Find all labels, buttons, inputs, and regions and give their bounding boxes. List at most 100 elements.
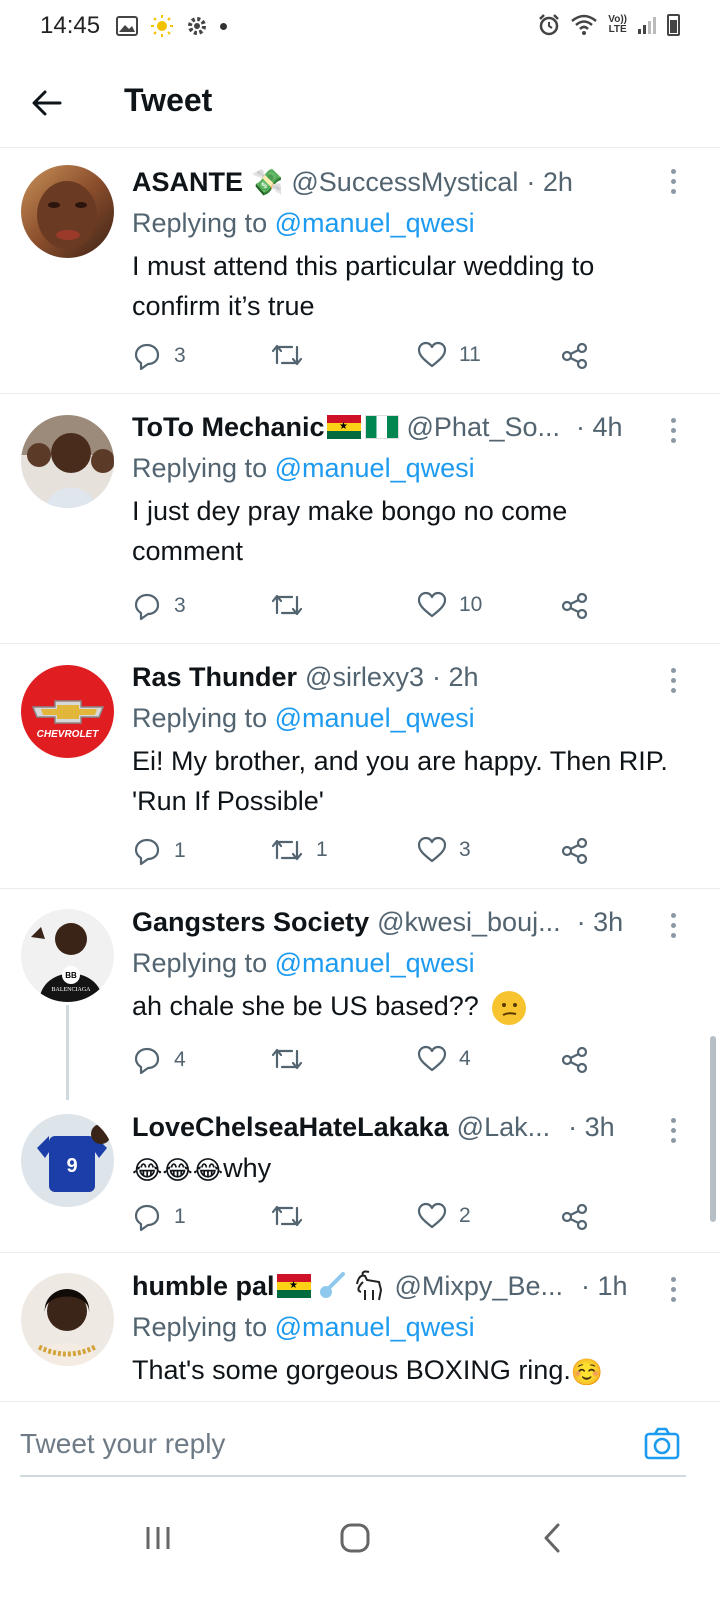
avatar-label: CHEVROLET <box>37 729 100 740</box>
retweet-button[interactable] <box>270 1202 316 1230</box>
settings-gear-icon <box>188 17 206 35</box>
author-name[interactable]: Gangsters Society <box>132 905 369 939</box>
tears-of-joy-emoji-icon: 😂😂😂 <box>132 1154 224 1185</box>
tweet-actions: 1 1 3 <box>132 836 602 872</box>
heart-icon <box>417 836 447 863</box>
back-button[interactable] <box>22 78 72 128</box>
tweet-reply[interactable]: CHEVROLET Ras Thunder @sirlexy3 · 2h Rep… <box>0 644 720 889</box>
share-button[interactable] <box>560 1202 590 1232</box>
more-options-icon[interactable] <box>668 668 678 693</box>
reply-button[interactable]: 1 <box>132 836 186 866</box>
like-count: 10 <box>459 593 483 616</box>
heart-icon <box>417 341 447 368</box>
back-nav-button[interactable] <box>512 1508 592 1568</box>
reply-button[interactable]: 3 <box>132 341 186 371</box>
author-handle[interactable]: @Lak... <box>457 1110 550 1144</box>
more-options-icon[interactable] <box>668 1277 678 1302</box>
top-app-bar: Tweet <box>0 56 720 148</box>
home-button[interactable] <box>315 1508 395 1568</box>
tweet-reply[interactable]: humble pal ★ @Mixpy_Be... · 1h Replying … <box>0 1253 720 1401</box>
tweet-text: ah chale she be US based?? <box>132 991 479 1021</box>
replies-feed[interactable]: ASANTE 💸 @SuccessMystical · 2h Replying … <box>0 149 720 1401</box>
like-button[interactable]: 3 <box>417 836 471 864</box>
tweet-reply[interactable]: ASANTE 💸 @SuccessMystical · 2h Replying … <box>0 149 720 394</box>
tweet-time: · 3h <box>568 1112 615 1142</box>
retweet-icon <box>271 839 303 861</box>
like-button[interactable]: 10 <box>417 591 482 619</box>
tweet-time: · 2h <box>431 662 479 692</box>
mention-link[interactable]: @manuel_qwesi <box>275 208 475 238</box>
reply-button[interactable]: 3 <box>132 591 186 621</box>
replying-to: Replying to @manuel_qwesi <box>132 1312 475 1342</box>
like-count: 2 <box>459 1204 471 1227</box>
author-handle[interactable]: @kwesi_bouj... <box>377 905 561 939</box>
ghana-flag-icon: ★ <box>276 1274 311 1298</box>
avatar[interactable] <box>21 1273 114 1366</box>
heart-icon <box>417 591 447 618</box>
share-button[interactable] <box>560 591 590 621</box>
like-count: 11 <box>459 343 481 366</box>
share-icon <box>561 837 588 865</box>
author-name[interactable]: ToTo Mechanic <box>132 410 325 444</box>
tweet-reply[interactable]: BB BALENCIAGA Gangsters Society @kwesi_bo… <box>0 889 720 1100</box>
reply-button[interactable]: 1 <box>132 1202 186 1232</box>
more-options-icon[interactable] <box>668 169 678 194</box>
camera-button[interactable] <box>642 1424 682 1464</box>
tweet-text: That's some gorgeous BOXING ring. <box>132 1355 571 1385</box>
author-handle[interactable]: @sirlexy3 <box>305 660 424 694</box>
confused-face-emoji-icon <box>492 990 527 1025</box>
more-options-icon[interactable] <box>668 913 678 938</box>
reply-icon <box>134 838 160 866</box>
retweet-button[interactable] <box>270 1045 316 1073</box>
svg-text:BB: BB <box>65 971 77 980</box>
avatar[interactable]: 9 <box>21 1114 114 1207</box>
share-button[interactable] <box>560 836 590 866</box>
wifi-icon <box>571 14 598 35</box>
reply-button[interactable]: 4 <box>132 1045 186 1075</box>
retweet-icon <box>271 344 303 366</box>
mention-link[interactable]: @manuel_qwesi <box>275 948 475 978</box>
mention-link[interactable]: @manuel_qwesi <box>275 453 475 483</box>
avatar[interactable] <box>21 165 114 258</box>
mention-link[interactable]: @manuel_qwesi <box>275 1312 475 1342</box>
retweet-button[interactable]: 1 <box>270 836 328 864</box>
more-options-icon[interactable] <box>668 418 678 443</box>
avatar[interactable]: CHEVROLET <box>21 665 114 758</box>
reply-input-underline <box>20 1475 686 1477</box>
author-name[interactable]: LoveChelseaHateLakaka <box>132 1110 449 1144</box>
avatar[interactable]: BB BALENCIAGA <box>21 909 114 1002</box>
camera-icon <box>644 1427 680 1460</box>
more-options-icon[interactable] <box>668 1118 678 1143</box>
author-name[interactable]: ASANTE <box>132 165 243 199</box>
ghana-flag-icon: ★ <box>326 415 361 439</box>
share-button[interactable] <box>560 1045 590 1075</box>
nigeria-flag-icon <box>364 415 399 439</box>
like-button[interactable]: 2 <box>417 1202 471 1230</box>
tweet-reply-input[interactable] <box>20 1422 620 1466</box>
mention-link[interactable]: @manuel_qwesi <box>275 703 475 733</box>
author-name[interactable]: humble pal <box>132 1269 275 1303</box>
author-handle[interactable]: @Phat_So... <box>407 410 561 444</box>
page-title: Tweet <box>124 82 213 118</box>
like-count: 4 <box>459 1047 471 1070</box>
avatar[interactable] <box>21 415 114 508</box>
author-name[interactable]: Ras Thunder <box>132 660 297 694</box>
retweet-button[interactable] <box>270 591 316 619</box>
tweet-text: Ei! My brother, and you are happy. Then … <box>132 746 668 816</box>
reply-count: 3 <box>174 344 186 367</box>
sun-icon <box>151 15 173 37</box>
status-time: 14:45 <box>40 12 101 39</box>
like-button[interactable]: 4 <box>417 1045 471 1073</box>
like-button[interactable]: 11 <box>417 341 481 369</box>
author-handle[interactable]: @Mixpy_Be... <box>395 1269 563 1303</box>
tweet-reply[interactable]: 9 LoveChelseaHateLakaka @Lak... · 3h 😂😂😂… <box>0 1094 720 1253</box>
arrow-left-icon <box>32 90 62 116</box>
tweet-reply[interactable]: ToTo Mechanic ★ @Phat_So... · 4h Replyin… <box>0 394 720 644</box>
share-button[interactable] <box>560 341 590 371</box>
tweet-actions: 4 4 <box>132 1045 602 1081</box>
tweet-time: · 4h <box>576 412 623 442</box>
retweet-button[interactable] <box>270 341 316 369</box>
author-handle[interactable]: @SuccessMystical <box>291 165 518 199</box>
recent-apps-button[interactable] <box>118 1508 198 1568</box>
scrollbar-thumb[interactable] <box>710 1036 716 1222</box>
